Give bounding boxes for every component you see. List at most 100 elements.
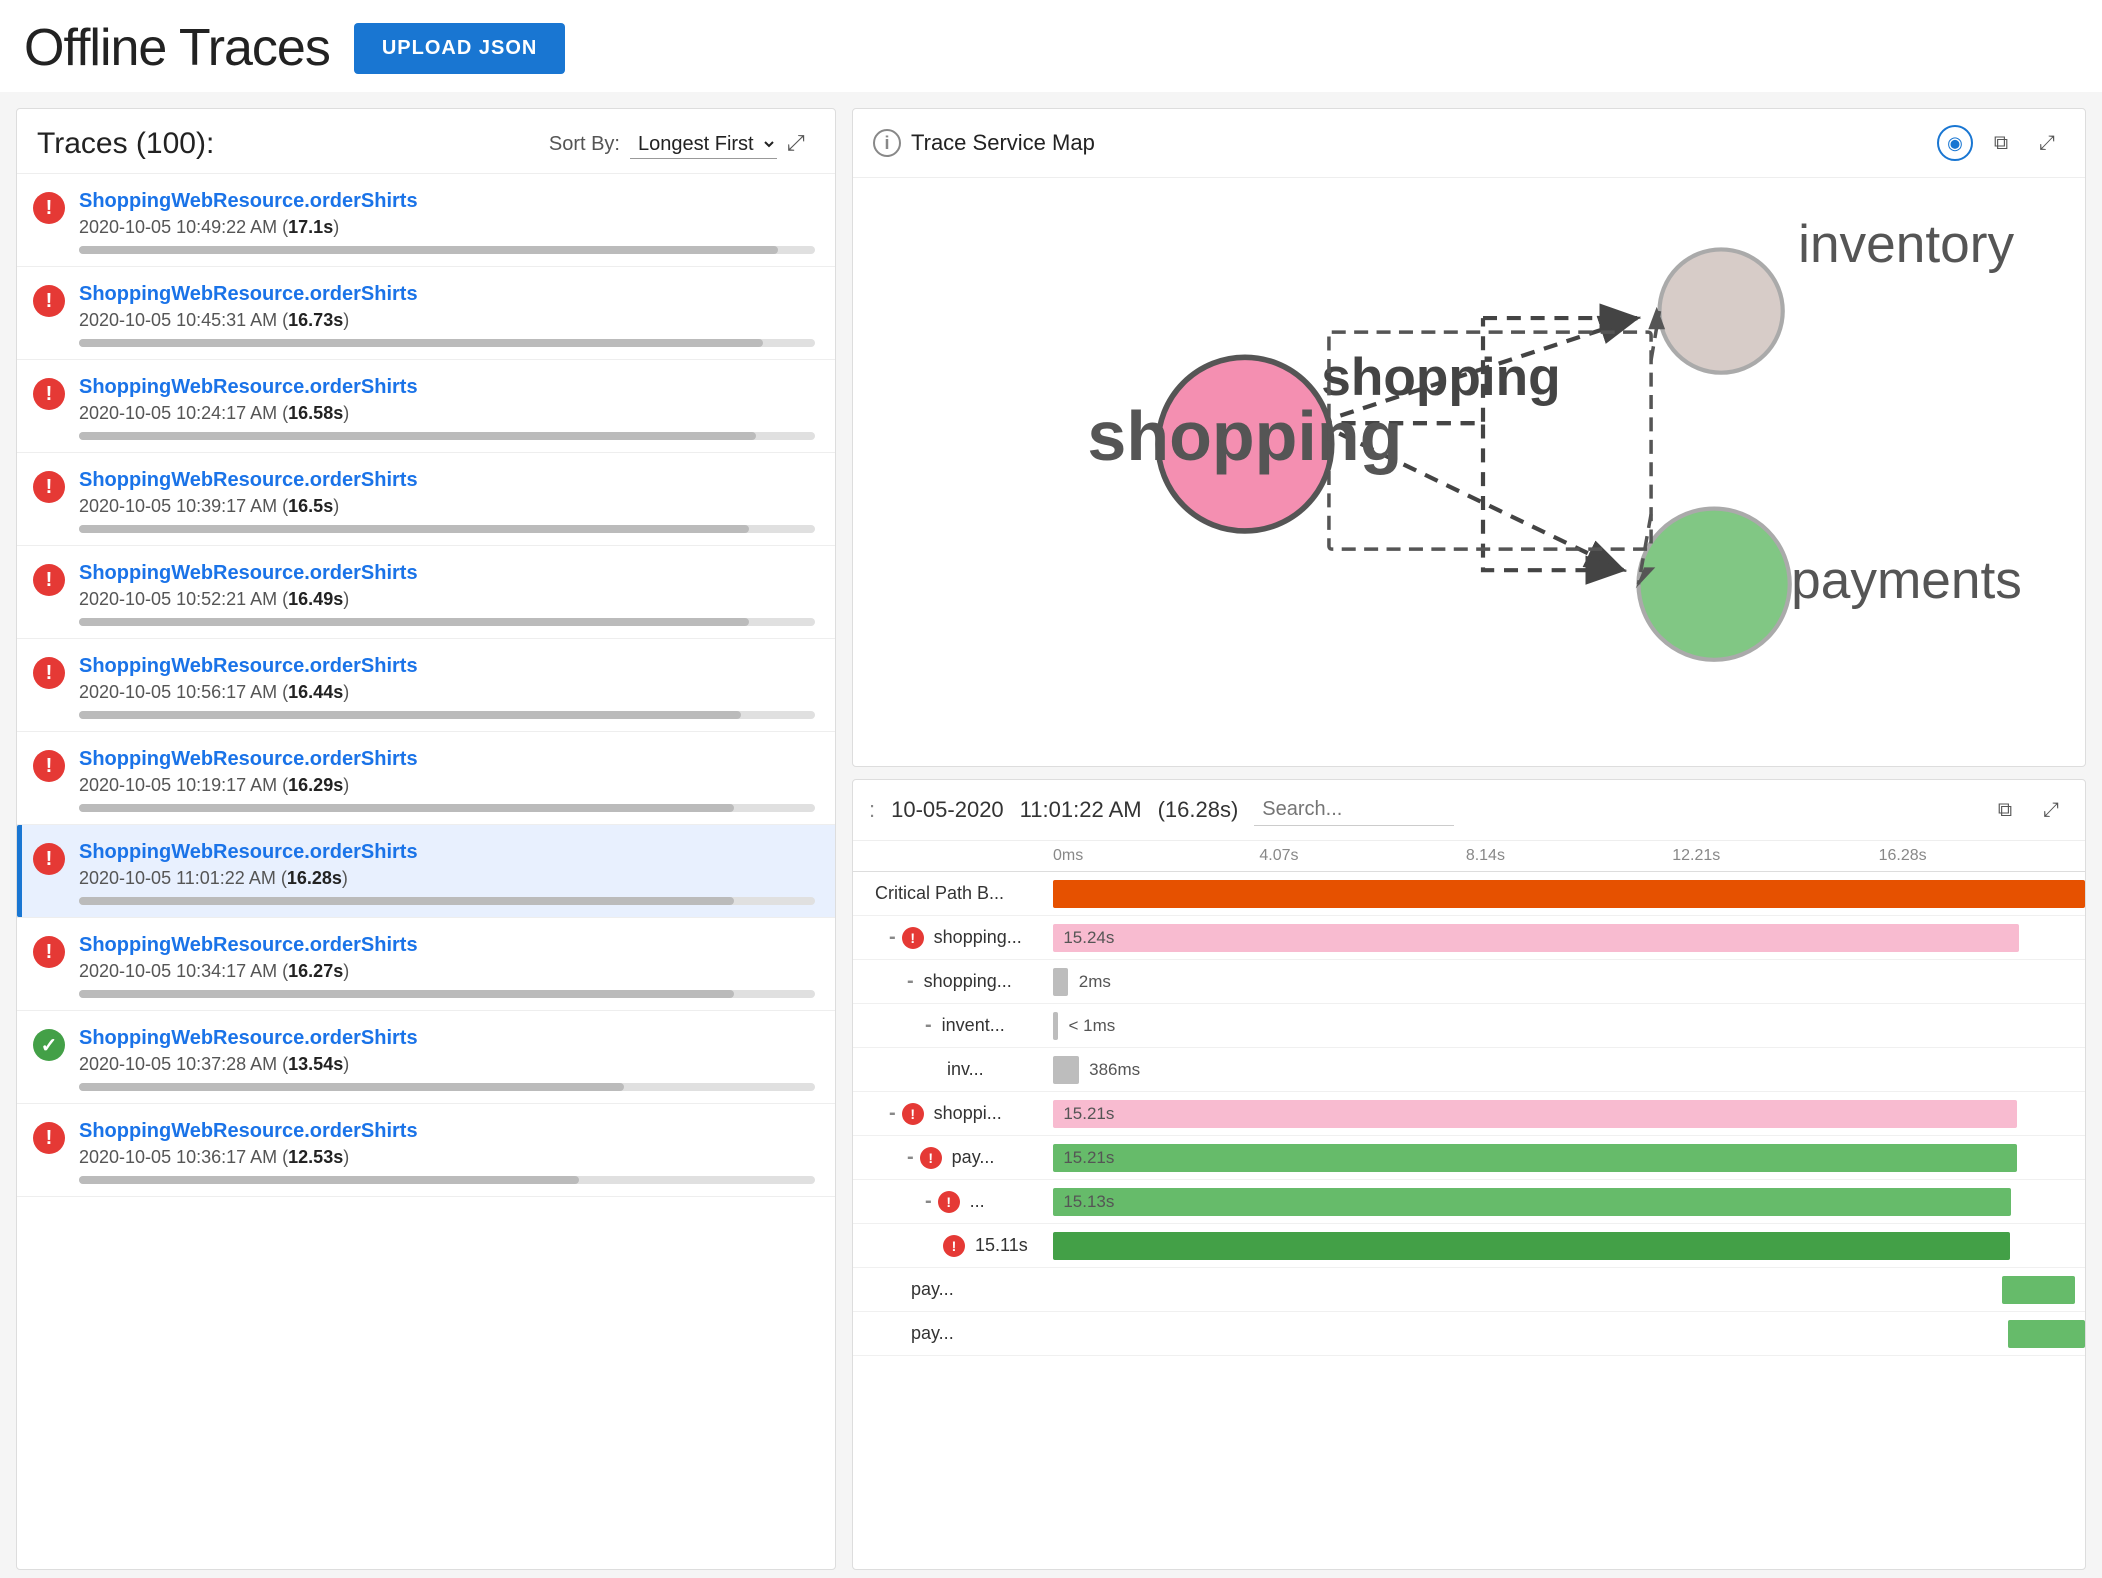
trace-bar-wrap [79,246,815,254]
timeline-row[interactable]: - shopping... 2ms [853,960,2085,1004]
trace-item[interactable]: ✓ ShoppingWebResource.orderShirts 2020-1… [17,1011,835,1104]
row-label-text: ... [970,1191,985,1212]
row-duration: 15.13s [1063,1192,1114,1212]
trace-content: ShoppingWebResource.orderShirts 2020-10-… [79,469,815,533]
service-map-header: i Trace Service Map ◉ ⧉ ⤢ [853,109,2085,178]
row-error-icon: ! [943,1235,965,1257]
timeline-row[interactable]: - invent... < 1ms [853,1004,2085,1048]
svg-text:inventory: inventory [1798,215,2014,274]
trace-item[interactable]: ! ShoppingWebResource.orderShirts 2020-1… [17,453,835,546]
row-label-text: pay... [911,1323,954,1344]
trace-search-input[interactable] [1254,794,1454,826]
timeline-row[interactable]: pay... 107ms [853,1268,2085,1312]
service-map-circle-icon[interactable]: ◉ [1937,125,1973,161]
detail-expand-icon[interactable]: ⤢ [2033,792,2069,828]
trace-status-icon: ! [33,843,65,875]
row-bar [1053,924,2019,952]
row-bar [1053,968,1068,996]
trace-bar-wrap [79,1083,815,1091]
trace-status-icon: ! [33,564,65,596]
row-duration: 2ms [1079,972,1111,992]
row-label-text: invent... [942,1015,1005,1036]
timeline-row[interactable]: - !shoppi... 15.21s [853,1092,2085,1136]
svg-text:shopping: shopping [1321,348,1560,407]
trace-bar-wrap [79,525,815,533]
row-error-icon: ! [938,1191,960,1213]
trace-item[interactable]: ! ShoppingWebResource.orderShirts 2020-1… [17,639,835,732]
timeline-row[interactable]: Critical Path B... [853,872,2085,916]
row-label: - !shoppi... [853,1102,1053,1125]
row-bar-area [1053,872,2085,915]
timeline-area: 0ms4.07s8.14s12.21s16.28s Critical Path … [853,841,2085,1569]
trace-item[interactable]: ! ShoppingWebResource.orderShirts 2020-1… [17,1104,835,1197]
trace-item[interactable]: ! ShoppingWebResource.orderShirts 2020-1… [17,918,835,1011]
row-label-text: pay... [952,1147,995,1168]
trace-bar [79,804,734,812]
timeline-row[interactable]: pay... 1.04s [853,1312,2085,1356]
sort-label: Sort By: [549,133,620,156]
traces-panel-expand-icon[interactable]: ⤢ [787,130,815,158]
trace-status-icon: ! [33,471,65,503]
timeline-row[interactable]: - !... 15.13s [853,1180,2085,1224]
trace-status-icon: ! [33,936,65,968]
trace-status-icon: ! [33,657,65,689]
trace-name: ShoppingWebResource.orderShirts [79,283,815,306]
row-bar-area: 107ms [1053,1268,2085,1311]
trace-meta: 2020-10-05 10:19:17 AM (16.29s) [79,775,815,796]
timeline-row[interactable]: inv... 386ms [853,1048,2085,1092]
info-icon[interactable]: i [873,129,901,157]
row-bar-area: 386ms [1053,1048,2085,1091]
trace-status-icon: ! [33,192,65,224]
trace-item[interactable]: ! ShoppingWebResource.orderShirts 2020-1… [17,546,835,639]
trace-item[interactable]: ! ShoppingWebResource.orderShirts 2020-1… [17,267,835,360]
trace-duration: 16.58s [288,403,343,423]
right-panels: i Trace Service Map ◉ ⧉ ⤢ [852,108,2086,1570]
row-label-text: Critical Path B... [875,883,1004,904]
expand-dash[interactable]: - [925,1190,932,1213]
timeline-row[interactable]: - !pay... 15.21s [853,1136,2085,1180]
row-label-text: inv... [947,1059,984,1080]
timeline-row[interactable]: - !shopping... 15.24s [853,916,2085,960]
row-bar-area: 15.21s [1053,1092,2085,1135]
trace-status-icon: ! [33,285,65,317]
expand-dash[interactable]: - [907,1146,914,1169]
axis-label: 0ms [1053,847,1259,865]
trace-bar [79,618,749,626]
expand-dash[interactable]: - [889,1102,896,1125]
trace-duration: 16.5s [288,496,333,516]
trace-item[interactable]: ! ShoppingWebResource.orderShirts 2020-1… [17,825,835,918]
service-map-expand-icon[interactable]: ⤢ [2029,125,2065,161]
trace-duration: 12.53s [288,1147,343,1167]
trace-name: ShoppingWebResource.orderShirts [79,190,815,213]
detail-copy-icon[interactable]: ⧉ [1987,792,2023,828]
trace-duration: 16.44s [288,682,343,702]
trace-bar [79,897,734,905]
trace-duration: 16.28s [287,868,342,888]
expand-dash[interactable]: - [925,1014,932,1037]
trace-duration: 17.1s [288,217,333,237]
trace-name: ShoppingWebResource.orderShirts [79,1027,815,1050]
row-label: - shopping... [853,970,1053,993]
service-map-copy-icon[interactable]: ⧉ [1983,125,2019,161]
trace-content: ShoppingWebResource.orderShirts 2020-10-… [79,190,815,254]
trace-item[interactable]: ! ShoppingWebResource.orderShirts 2020-1… [17,732,835,825]
expand-dash[interactable]: - [889,926,896,949]
row-error-icon: ! [902,1103,924,1125]
trace-content: ShoppingWebResource.orderShirts 2020-10-… [79,376,815,440]
trace-bar [79,990,734,998]
expand-dash[interactable]: - [907,970,914,993]
trace-content: ShoppingWebResource.orderShirts 2020-10-… [79,748,815,812]
trace-bar-wrap [79,990,815,998]
timeline-row[interactable]: !15.11s [853,1224,2085,1268]
trace-item[interactable]: ! ShoppingWebResource.orderShirts 2020-1… [17,174,835,267]
trace-content: ShoppingWebResource.orderShirts 2020-10-… [79,562,815,626]
row-error-icon: ! [902,927,924,949]
page-title: Offline Traces [24,18,330,78]
trace-content: ShoppingWebResource.orderShirts 2020-10-… [79,655,815,719]
service-map-svg: shopping shopping inventory payments [853,178,2085,766]
trace-item[interactable]: ! ShoppingWebResource.orderShirts 2020-1… [17,360,835,453]
traces-panel: Traces (100): Sort By: Longest First Sho… [16,108,836,1570]
sort-select[interactable]: Longest First Shortest First Newest Firs… [630,130,777,159]
upload-json-button[interactable]: UPLOAD JSON [354,23,565,74]
trace-bar [79,246,778,254]
